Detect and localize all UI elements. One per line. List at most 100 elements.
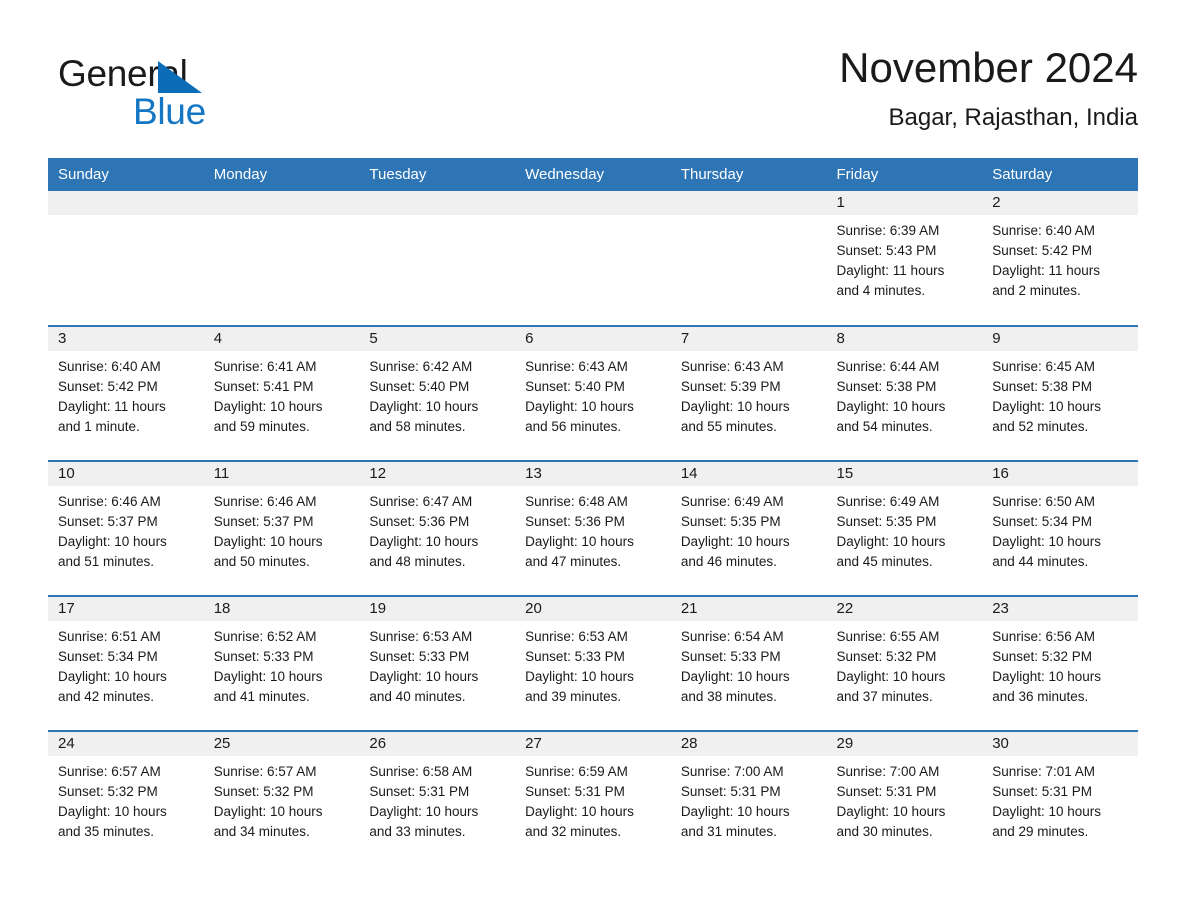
calendar-day-cell[interactable]: 13 Sunrise: 6:48 AM Sunset: 5:36 PM Dayligh… [515, 460, 671, 596]
calendar-day-cell[interactable]: 29 Sunrise: 7:00 AM Sunset: 5:31 PM Dayligh… [826, 730, 983, 866]
calendar-day-cell[interactable]: 23 Sunrise: 6:56 AM Sunset: 5:32 PM Dayligh… [982, 595, 1138, 731]
calendar-day-cell[interactable]: 25 Sunrise: 6:57 AM Sunset: 5:32 PM Dayligh… [203, 730, 360, 866]
calendar-day-cell[interactable]: 16 Sunrise: 6:50 AM Sunset: 5:34 PM Dayligh… [982, 460, 1138, 596]
calendar-week-row: 3 Sunrise: 6:40 AM Sunset: 5:42 PM Daylight… [48, 325, 1138, 461]
calendar-day-cell[interactable]: 7 Sunrise: 6:43 AM Sunset: 5:39 PM Daylight… [670, 325, 827, 461]
day-details: Sunrise: 6:48 AM Sunset: 5:36 PM Daylight:… [515, 486, 671, 572]
sunset-text: Sunset: 5:31 PM [992, 784, 1093, 799]
calendar-day-cell[interactable]: 28 Sunrise: 7:00 AM Sunset: 5:31 PM Dayligh… [670, 730, 827, 866]
sunset-text: Sunset: 5:33 PM [680, 649, 781, 664]
triangle-icon [158, 61, 202, 93]
calendar-day-cell[interactable]: 20 Sunrise: 6:53 AM Sunset: 5:33 PM Dayligh… [515, 595, 671, 731]
calendar-day-cell[interactable]: 26 Sunrise: 6:58 AM Sunset: 5:31 PM Dayligh… [359, 730, 516, 866]
day-number: 12 [359, 462, 516, 486]
daylight-text-line2: and 29 minutes. [992, 824, 1089, 839]
calendar-day-cell[interactable]: 2 Sunrise: 6:40 AM Sunset: 5:42 PM Daylight… [982, 191, 1138, 326]
sunset-text: Sunset: 5:31 PM [836, 784, 937, 799]
daylight-text-line2: and 51 minutes. [58, 554, 155, 569]
day-number: 19 [359, 597, 516, 621]
calendar-day-cell[interactable]: 12 Sunrise: 6:47 AM Sunset: 5:36 PM Dayligh… [359, 460, 516, 596]
sunrise-text: Sunrise: 6:41 AM [213, 359, 317, 374]
day-details: Sunrise: 6:46 AM Sunset: 5:37 PM Daylight:… [48, 486, 204, 572]
daylight-text-line2: and 33 minutes. [369, 824, 466, 839]
calendar-day-cell-empty [670, 191, 827, 326]
day-number: 16 [982, 462, 1138, 486]
calendar-day-cell[interactable]: 1 Sunrise: 6:39 AM Sunset: 5:43 PM Daylight… [826, 191, 983, 326]
daylight-text-line1: Daylight: 10 hours [213, 669, 323, 684]
daylight-text-line2: and 44 minutes. [992, 554, 1089, 569]
daylight-text-line2: and 39 minutes. [525, 689, 622, 704]
sunset-text: Sunset: 5:31 PM [525, 784, 625, 799]
calendar-day-cell[interactable]: 30 Sunrise: 7:01 AM Sunset: 5:31 PM Dayligh… [982, 730, 1138, 866]
calendar-day-cell[interactable]: 24 Sunrise: 6:57 AM Sunset: 5:32 PM Dayligh… [48, 730, 204, 866]
calendar-day-cell[interactable]: 4 Sunrise: 6:41 AM Sunset: 5:41 PM Daylight… [203, 325, 360, 461]
daylight-text-line1: Daylight: 10 hours [213, 534, 323, 549]
daylight-text-line2: and 50 minutes. [213, 554, 310, 569]
page-title: November 2024 [839, 44, 1138, 91]
sunrise-text: Sunrise: 6:55 AM [836, 629, 940, 644]
daylight-text-line2: and 41 minutes. [213, 689, 310, 704]
day-details: Sunrise: 6:51 AM Sunset: 5:34 PM Daylight:… [48, 621, 204, 707]
calendar-day-cell[interactable]: 14 Sunrise: 6:49 AM Sunset: 5:35 PM Dayligh… [670, 460, 827, 596]
logo-text-blue: Blue [133, 91, 206, 132]
sunset-text: Sunset: 5:35 PM [680, 514, 781, 529]
day-number: 18 [203, 597, 360, 621]
daylight-text-line2: and 54 minutes. [836, 419, 933, 434]
sunrise-text: Sunrise: 6:59 AM [525, 764, 628, 779]
day-number: 8 [826, 327, 983, 351]
day-number: 27 [515, 732, 671, 756]
calendar-day-cell[interactable]: 3 Sunrise: 6:40 AM Sunset: 5:42 PM Daylight… [48, 325, 204, 461]
day-details: Sunrise: 6:45 AM Sunset: 5:38 PM Daylight:… [982, 351, 1138, 437]
sunrise-text: Sunrise: 6:56 AM [992, 629, 1096, 644]
sunrise-text: Sunrise: 6:40 AM [992, 223, 1096, 238]
day-details: Sunrise: 6:50 AM Sunset: 5:34 PM Daylight:… [982, 486, 1138, 572]
daylight-text-line1: Daylight: 10 hours [58, 534, 167, 549]
daylight-text-line1: Daylight: 11 hours [58, 399, 166, 414]
sunset-text: Sunset: 5:31 PM [369, 784, 470, 799]
daylight-text-line1: Daylight: 10 hours [369, 804, 479, 819]
daylight-text-line2: and 36 minutes. [992, 689, 1089, 704]
calendar-day-cell[interactable]: 22 Sunrise: 6:55 AM Sunset: 5:32 PM Dayligh… [826, 595, 983, 731]
sunrise-text: Sunrise: 6:42 AM [369, 359, 473, 374]
day-number: 20 [515, 597, 671, 621]
daylight-text-line1: Daylight: 10 hours [680, 804, 790, 819]
generalblue-logo[interactable]: General Blue [58, 52, 358, 142]
day-number [48, 191, 204, 215]
calendar-day-cell[interactable]: 21 Sunrise: 6:54 AM Sunset: 5:33 PM Dayligh… [670, 595, 827, 731]
daylight-text-line2: and 48 minutes. [369, 554, 466, 569]
calendar-day-cell[interactable]: 10 Sunrise: 6:46 AM Sunset: 5:37 PM Dayligh… [48, 460, 204, 596]
daylight-text-line2: and 59 minutes. [213, 419, 310, 434]
sunset-text: Sunset: 5:43 PM [836, 243, 937, 258]
calendar-day-cell[interactable]: 9 Sunrise: 6:45 AM Sunset: 5:38 PM Daylight… [982, 325, 1138, 461]
calendar-day-cell[interactable]: 15 Sunrise: 6:49 AM Sunset: 5:35 PM Dayligh… [826, 460, 983, 596]
sunrise-text: Sunrise: 7:00 AM [836, 764, 940, 779]
daylight-text-line1: Daylight: 10 hours [213, 399, 323, 414]
day-details: Sunrise: 6:39 AM Sunset: 5:43 PM Daylight:… [827, 215, 983, 301]
day-number: 11 [203, 462, 360, 486]
day-details: Sunrise: 6:57 AM Sunset: 5:32 PM Daylight:… [204, 756, 360, 842]
page-subtitle: Bagar, Rajasthan, India [888, 104, 1138, 131]
sunrise-text: Sunrise: 6:39 AM [836, 223, 940, 238]
calendar-day-cell[interactable]: 5 Sunrise: 6:42 AM Sunset: 5:40 PM Daylight… [359, 325, 516, 461]
day-number: 28 [670, 732, 827, 756]
day-details: Sunrise: 7:01 AM Sunset: 5:31 PM Daylight:… [982, 756, 1138, 842]
calendar-day-cell-empty [48, 191, 204, 326]
day-details: Sunrise: 7:00 AM Sunset: 5:31 PM Daylight:… [827, 756, 983, 842]
daylight-text-line2: and 32 minutes. [525, 824, 622, 839]
day-details: Sunrise: 6:44 AM Sunset: 5:38 PM Daylight:… [827, 351, 983, 437]
calendar-day-cell[interactable]: 8 Sunrise: 6:44 AM Sunset: 5:38 PM Daylight… [826, 325, 983, 461]
daylight-text-line2: and 2 minutes. [992, 283, 1081, 298]
calendar-day-cell[interactable]: 6 Sunrise: 6:43 AM Sunset: 5:40 PM Daylight… [515, 325, 671, 461]
calendar-day-cell[interactable]: 27 Sunrise: 6:59 AM Sunset: 5:31 PM Dayligh… [515, 730, 671, 866]
day-number: 29 [826, 732, 983, 756]
day-number: 7 [670, 327, 827, 351]
calendar-day-cell[interactable]: 18 Sunrise: 6:52 AM Sunset: 5:33 PM Dayligh… [203, 595, 360, 731]
calendar-day-cell[interactable]: 11 Sunrise: 6:46 AM Sunset: 5:37 PM Dayligh… [203, 460, 360, 596]
calendar-day-cell[interactable]: 17 Sunrise: 6:51 AM Sunset: 5:34 PM Dayligh… [48, 595, 204, 731]
day-details: Sunrise: 6:47 AM Sunset: 5:36 PM Daylight:… [359, 486, 515, 572]
day-number: 9 [982, 327, 1138, 351]
day-details: Sunrise: 6:56 AM Sunset: 5:32 PM Daylight:… [982, 621, 1138, 707]
daylight-text-line1: Daylight: 10 hours [680, 669, 790, 684]
daylight-text-line2: and 40 minutes. [369, 689, 466, 704]
calendar-day-cell[interactable]: 19 Sunrise: 6:53 AM Sunset: 5:33 PM Dayligh… [359, 595, 516, 731]
